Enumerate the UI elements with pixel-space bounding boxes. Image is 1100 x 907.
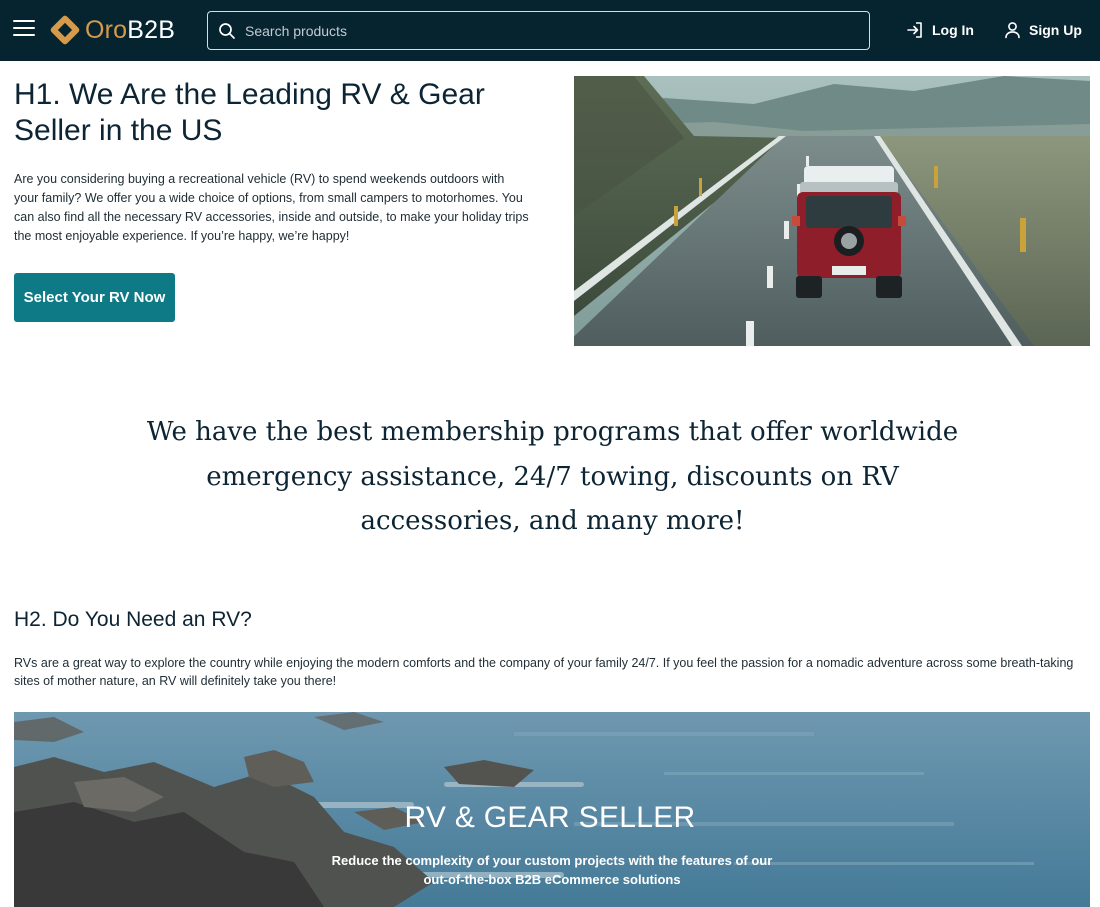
section-description: RVs are a great way to explore the count…	[14, 656, 1074, 688]
site-header: OroB2B Log In Sign Up	[0, 0, 1100, 61]
hero-title: H1. We Are the Leading RV & Gear Seller …	[14, 78, 485, 147]
site-logo[interactable]: OroB2B	[50, 13, 175, 47]
banner-subtitle: Reduce the complexity of your custom pro…	[331, 853, 773, 887]
hamburger-menu-icon[interactable]	[13, 20, 35, 40]
signup-link[interactable]: Sign Up	[1004, 19, 1082, 41]
search-bar[interactable]	[207, 11, 870, 50]
logo-text-b2b: B2B	[127, 15, 176, 44]
user-icon	[1005, 22, 1020, 39]
banner-title: RV & GEAR SELLER	[404, 801, 696, 834]
signup-label: Sign Up	[1029, 22, 1082, 38]
membership-statement: We have the best membership programs tha…	[146, 417, 959, 536]
search-icon	[219, 22, 235, 39]
login-icon	[907, 22, 922, 38]
logo-text-oro: Oro	[85, 15, 128, 44]
hero-description: Are you considering buying a recreationa…	[14, 172, 529, 243]
login-link[interactable]: Log In	[906, 19, 974, 41]
section-title: H2. Do You Need an RV?	[14, 608, 252, 631]
select-rv-button[interactable]: Select Your RV Now	[14, 273, 175, 322]
search-input[interactable]	[245, 22, 845, 39]
login-label: Log In	[932, 22, 974, 38]
logo-icon	[50, 15, 80, 45]
hero-road-image	[574, 76, 1090, 346]
